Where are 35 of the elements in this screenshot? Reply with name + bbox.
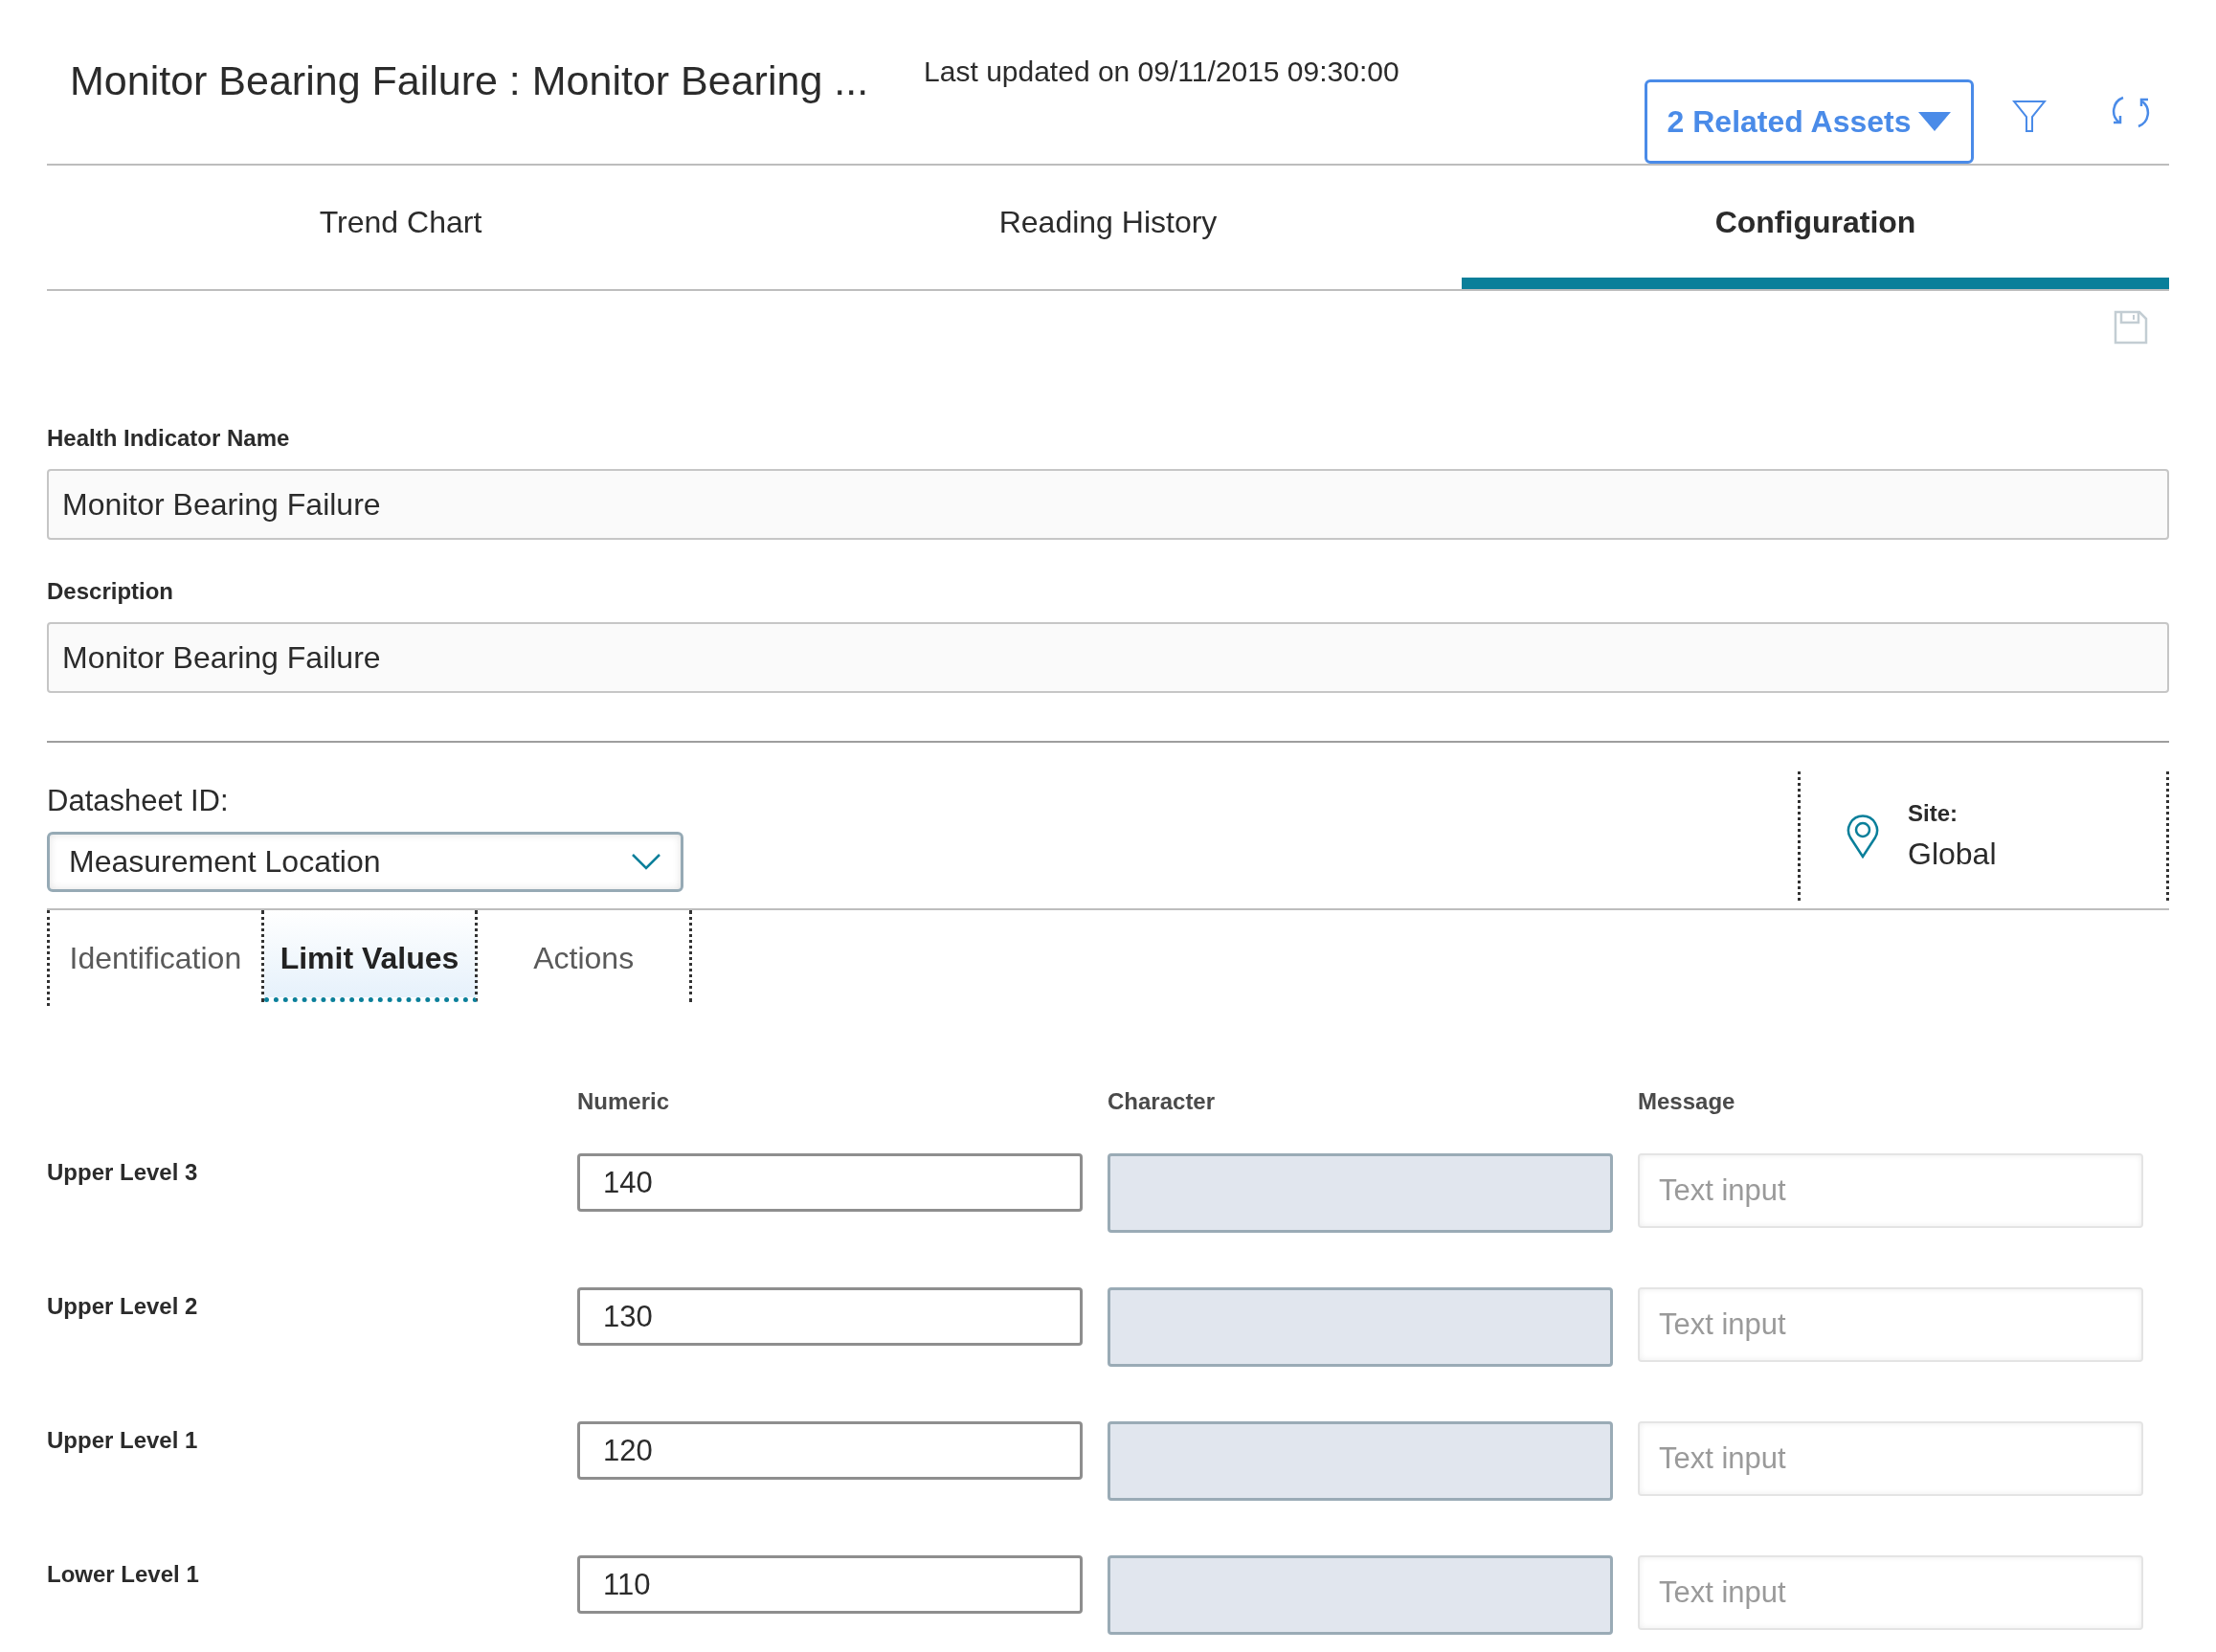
field-label: Health Indicator Name: [47, 424, 291, 453]
column-header: Numeric: [577, 1087, 671, 1116]
message-field[interactable]: Text input: [1638, 1287, 2143, 1362]
message-field[interactable]: Text input: [1638, 1421, 2143, 1496]
column-header: Message: [1638, 1087, 1736, 1116]
site-value: Global: [1908, 835, 1997, 873]
column-header: Character: [1108, 1087, 1217, 1116]
tab[interactable]: Trend Chart: [47, 166, 754, 289]
tab[interactable]: Reading History: [754, 166, 1462, 289]
datasheet-dropdown[interactable]: Measurement Location: [47, 831, 683, 892]
filter-icon[interactable]: [2012, 99, 2047, 133]
numeric-field[interactable]: 130: [577, 1287, 1083, 1346]
numeric-field[interactable]: 110: [577, 1555, 1083, 1614]
row-label: Upper Level 1: [47, 1426, 199, 1455]
message-field[interactable]: Text input: [1638, 1153, 2143, 1228]
row-label: Lower Level 1: [47, 1560, 200, 1589]
caret-icon: [1918, 112, 1952, 131]
page-title: Monitor Bearing Failure : Monitor Bearing ...: [70, 56, 869, 105]
datasheet-label: Datasheet ID:: [47, 783, 230, 819]
site-label: Site:: [1908, 798, 1959, 828]
field-label: Description: [47, 577, 175, 606]
refresh-icon[interactable]: [2112, 94, 2150, 130]
text-field[interactable]: Monitor Bearing Failure: [47, 622, 2169, 693]
location-pin-icon: [1847, 814, 1879, 859]
row-label: Upper Level 3: [47, 1158, 199, 1187]
row-label: Upper Level 2: [47, 1292, 199, 1321]
text-field[interactable]: Monitor Bearing Failure: [47, 469, 2169, 540]
sub-tab[interactable]: Actions: [478, 910, 692, 1002]
chevron-down-icon: [631, 853, 661, 870]
last-updated-text: Last updated on 09/11/2015 09:30:00: [924, 55, 1399, 89]
tab[interactable]: Configuration: [1462, 166, 2169, 289]
sub-tab[interactable]: Limit Values: [263, 910, 479, 1002]
message-field[interactable]: Text input: [1638, 1555, 2143, 1630]
numeric-field[interactable]: 120: [577, 1421, 1083, 1480]
numeric-field[interactable]: 140: [577, 1153, 1083, 1212]
